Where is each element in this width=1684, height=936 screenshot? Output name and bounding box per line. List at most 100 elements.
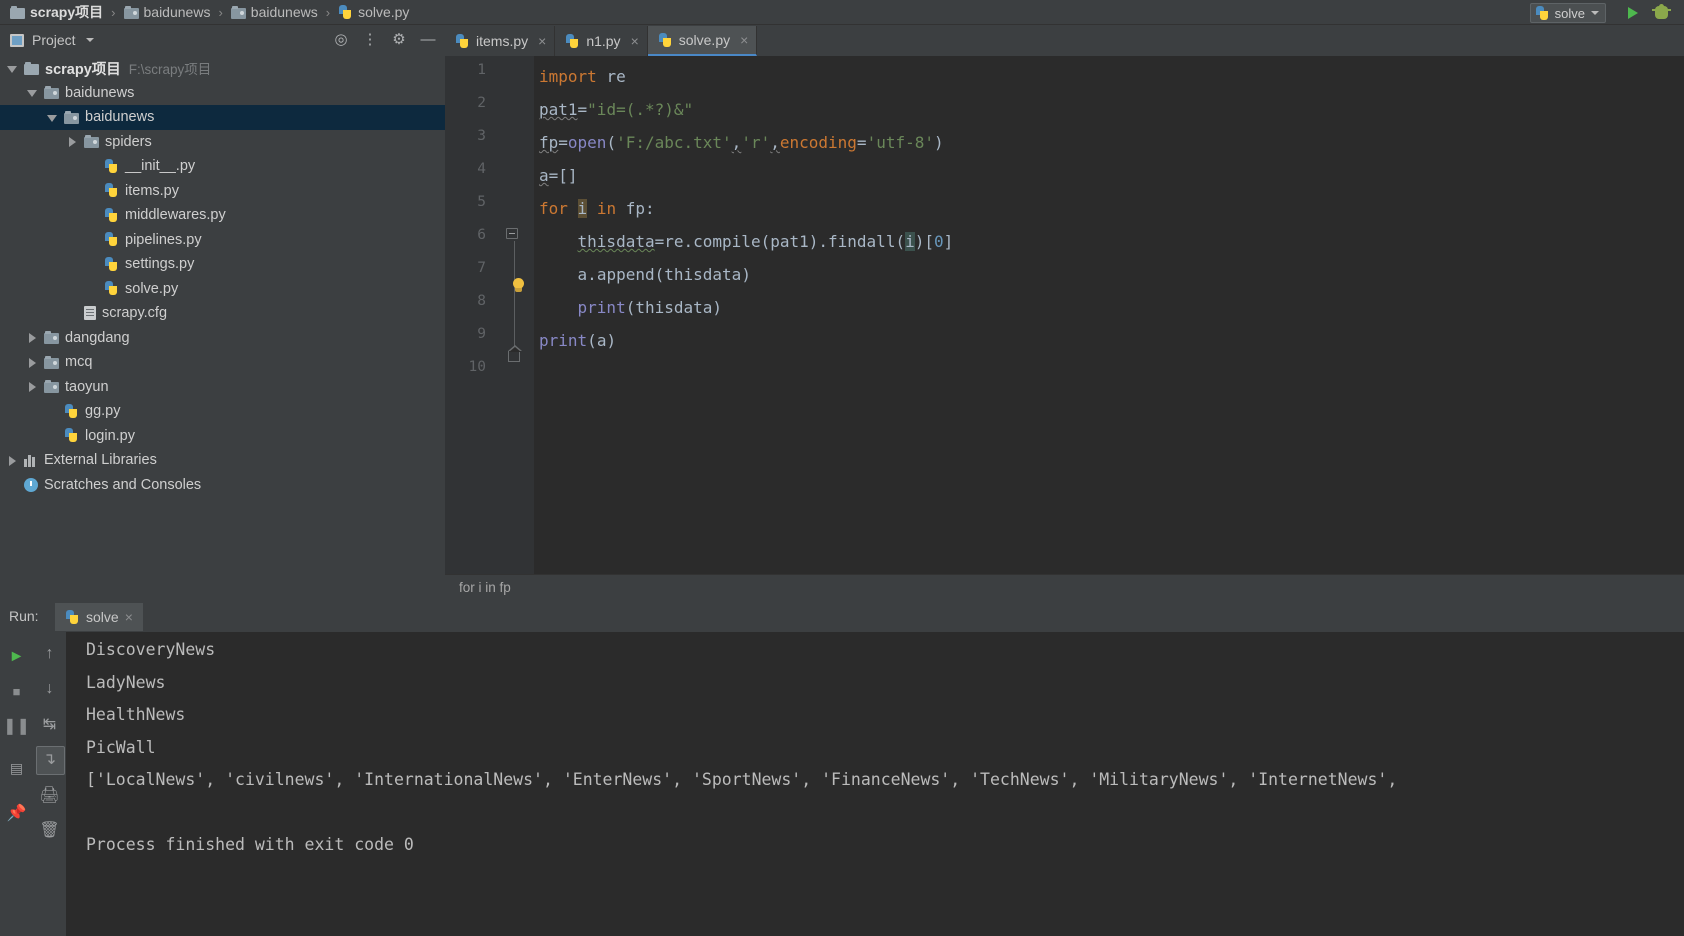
tree-item[interactable]: Scratches and Consoles: [0, 473, 445, 498]
intention-bulb-icon[interactable]: [511, 278, 527, 296]
run-panel-header: [0, 601, 1684, 632]
pause-button[interactable]: ❚❚: [0, 710, 33, 743]
up-button[interactable]: ↑: [33, 637, 66, 670]
scroll-to-end-button[interactable]: ↴: [33, 743, 66, 776]
fold-marker-icon[interactable]: [506, 228, 520, 242]
project-tree[interactable]: scrapy项目 F:\scrapy项目 baidunews baidunews spi…: [0, 56, 445, 600]
line-number: 9: [477, 326, 486, 342]
settings-button[interactable]: ⚙: [386, 27, 412, 53]
down-button[interactable]: ↓: [33, 672, 66, 705]
editor-tab-label: n1.py: [586, 33, 621, 49]
chevron-right-icon[interactable]: [26, 356, 39, 369]
chevron-right-icon[interactable]: [66, 135, 79, 148]
tree-item[interactable]: login.py: [0, 424, 445, 449]
tree-item-label: middlewares.py: [125, 207, 226, 224]
run-tab-solve[interactable]: solve ×: [55, 603, 143, 631]
code-content[interactable]: import re pat1="id=(.*?)&" fp=open('F:/a…: [534, 56, 1684, 574]
chevron-right-icon[interactable]: [26, 331, 39, 344]
pin-button[interactable]: 📌: [0, 797, 33, 830]
tree-item-label: spiders: [105, 133, 152, 150]
rerun-button[interactable]: ►: [0, 640, 33, 673]
down-arrow-icon: ↓: [45, 680, 54, 697]
library-icon: [24, 453, 38, 468]
chevron-right-icon[interactable]: [6, 454, 19, 467]
tree-item[interactable]: spiders: [0, 130, 445, 155]
tree-item[interactable]: scrapy.cfg: [0, 301, 445, 326]
print-button[interactable]: 🖨: [33, 779, 66, 812]
tree-item-label: taoyun: [65, 378, 109, 395]
editor-gutter[interactable]: 1 2 3 4 5 6 7 8 9 10: [445, 56, 534, 574]
scroll-from-source-button[interactable]: ◎: [328, 27, 354, 53]
editor-breadcrumb[interactable]: for i in fp: [459, 580, 511, 595]
folder-src-icon: [44, 86, 59, 100]
tree-item[interactable]: taoyun: [0, 375, 445, 400]
chevron-right-icon[interactable]: [26, 380, 39, 393]
tree-item[interactable]: pipelines.py: [0, 228, 445, 253]
console-button[interactable]: ▤: [0, 752, 33, 785]
breadcrumb-bar: scrapy项目 › baidunews › baidunews › solve…: [0, 0, 1684, 25]
tree-item[interactable]: settings.py: [0, 252, 445, 277]
tree-item[interactable]: solve.py: [0, 277, 445, 302]
line-number: 5: [477, 194, 486, 210]
run-configuration-selector[interactable]: solve: [1529, 3, 1606, 23]
soft-wrap-icon: ↹: [42, 716, 57, 733]
close-icon[interactable]: ×: [740, 32, 748, 48]
editor-tab[interactable]: n1.py ×: [555, 26, 648, 56]
close-icon[interactable]: ×: [125, 609, 133, 625]
soft-wrap-button[interactable]: ↹: [33, 708, 66, 741]
tree-item-label: dangdang: [65, 329, 130, 346]
stop-button[interactable]: ■: [0, 675, 33, 708]
collapse-all-icon: ⋮: [362, 31, 378, 48]
console-output[interactable]: DiscoveryNews LadyNews HealthNews PicWall ['…: [66, 632, 1684, 936]
editor-tab[interactable]: solve.py ×: [647, 26, 758, 56]
breadcrumb-item-baidunews-inner[interactable]: baidunews: [229, 0, 320, 25]
hide-button[interactable]: —: [415, 27, 441, 53]
breadcrumb-separator-icon: ›: [111, 4, 116, 20]
folder-icon: [10, 5, 25, 19]
collapse-all-button[interactable]: ⋮: [357, 27, 383, 53]
clear-all-button[interactable]: 🗑: [33, 814, 66, 847]
breadcrumb-label: solve.py: [358, 4, 410, 20]
tree-item[interactable]: middlewares.py: [0, 203, 445, 228]
run-button[interactable]: [1624, 3, 1644, 23]
breadcrumb-item-solve-py[interactable]: solve.py: [336, 0, 411, 25]
tree-item[interactable]: baidunews: [0, 105, 445, 130]
python-file-icon: [104, 232, 119, 247]
fold-region-end-icon: [508, 345, 522, 362]
tree-item[interactable]: scrapy项目 F:\scrapy项目: [0, 56, 445, 81]
tree-item[interactable]: items.py: [0, 179, 445, 204]
chevron-down-icon[interactable]: [46, 111, 59, 124]
tree-item[interactable]: __init__.py: [0, 154, 445, 179]
chevron-down-icon[interactable]: [85, 38, 94, 42]
tree-item-label: scrapy项目: [45, 61, 121, 78]
tree-item[interactable]: gg.py: [0, 399, 445, 424]
editor-tab[interactable]: items.py ×: [445, 26, 556, 56]
run-toolbar-secondary: ↑ ↓ ↹ ↴ 🖨 🗑: [33, 632, 66, 936]
tree-item[interactable]: External Libraries: [0, 448, 445, 473]
line-number: 1: [477, 62, 486, 78]
chevron-down-icon[interactable]: [26, 86, 39, 99]
folder-src-icon: [84, 135, 99, 149]
python-file-icon: [565, 33, 580, 49]
console-line: PicWall: [86, 737, 156, 757]
tree-item[interactable]: dangdang: [0, 326, 445, 351]
close-icon[interactable]: ×: [631, 33, 639, 49]
debug-button[interactable]: [1652, 3, 1672, 23]
rerun-icon: ►: [8, 648, 25, 665]
chevron-down-icon[interactable]: [6, 62, 19, 75]
python-file-icon: [104, 158, 119, 174]
close-icon[interactable]: ×: [538, 33, 546, 49]
breadcrumb-item-project[interactable]: scrapy项目: [8, 0, 105, 25]
project-panel-toolbar: ◎ ⋮ ⚙ —: [328, 26, 441, 54]
breadcrumb-item-baidunews-outer[interactable]: baidunews: [122, 0, 213, 25]
tree-item[interactable]: baidunews: [0, 81, 445, 106]
tree-item[interactable]: mcq: [0, 350, 445, 375]
line-number: 3: [477, 128, 486, 144]
python-file-icon: [1535, 5, 1550, 21]
pycharm-window: scrapy项目 › baidunews › baidunews › solve…: [0, 0, 1684, 936]
python-file-icon: [104, 256, 119, 272]
